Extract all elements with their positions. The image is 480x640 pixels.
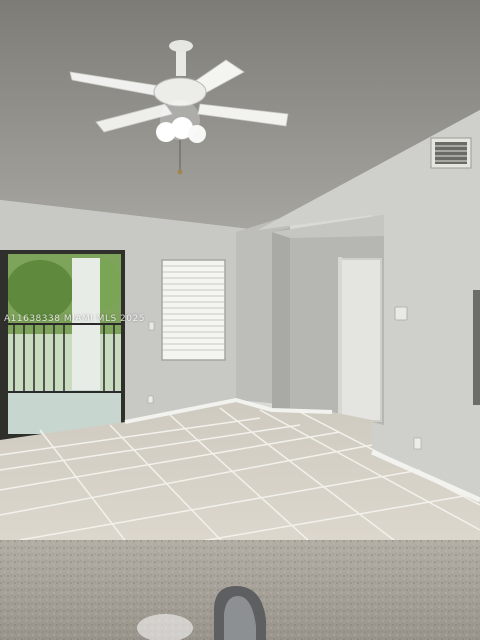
thermostat-icon bbox=[394, 306, 408, 321]
listing-watermark: A11638338 MIAMI MLS 2025 bbox=[4, 314, 145, 324]
light-switch[interactable] bbox=[148, 321, 155, 331]
sliding-glass-door[interactable] bbox=[0, 250, 125, 440]
window-blinds-icon[interactable] bbox=[161, 259, 226, 361]
air-vent-icon bbox=[430, 137, 472, 169]
door[interactable] bbox=[340, 258, 382, 422]
hallway-side bbox=[272, 228, 290, 410]
outlet-icon bbox=[413, 437, 422, 450]
